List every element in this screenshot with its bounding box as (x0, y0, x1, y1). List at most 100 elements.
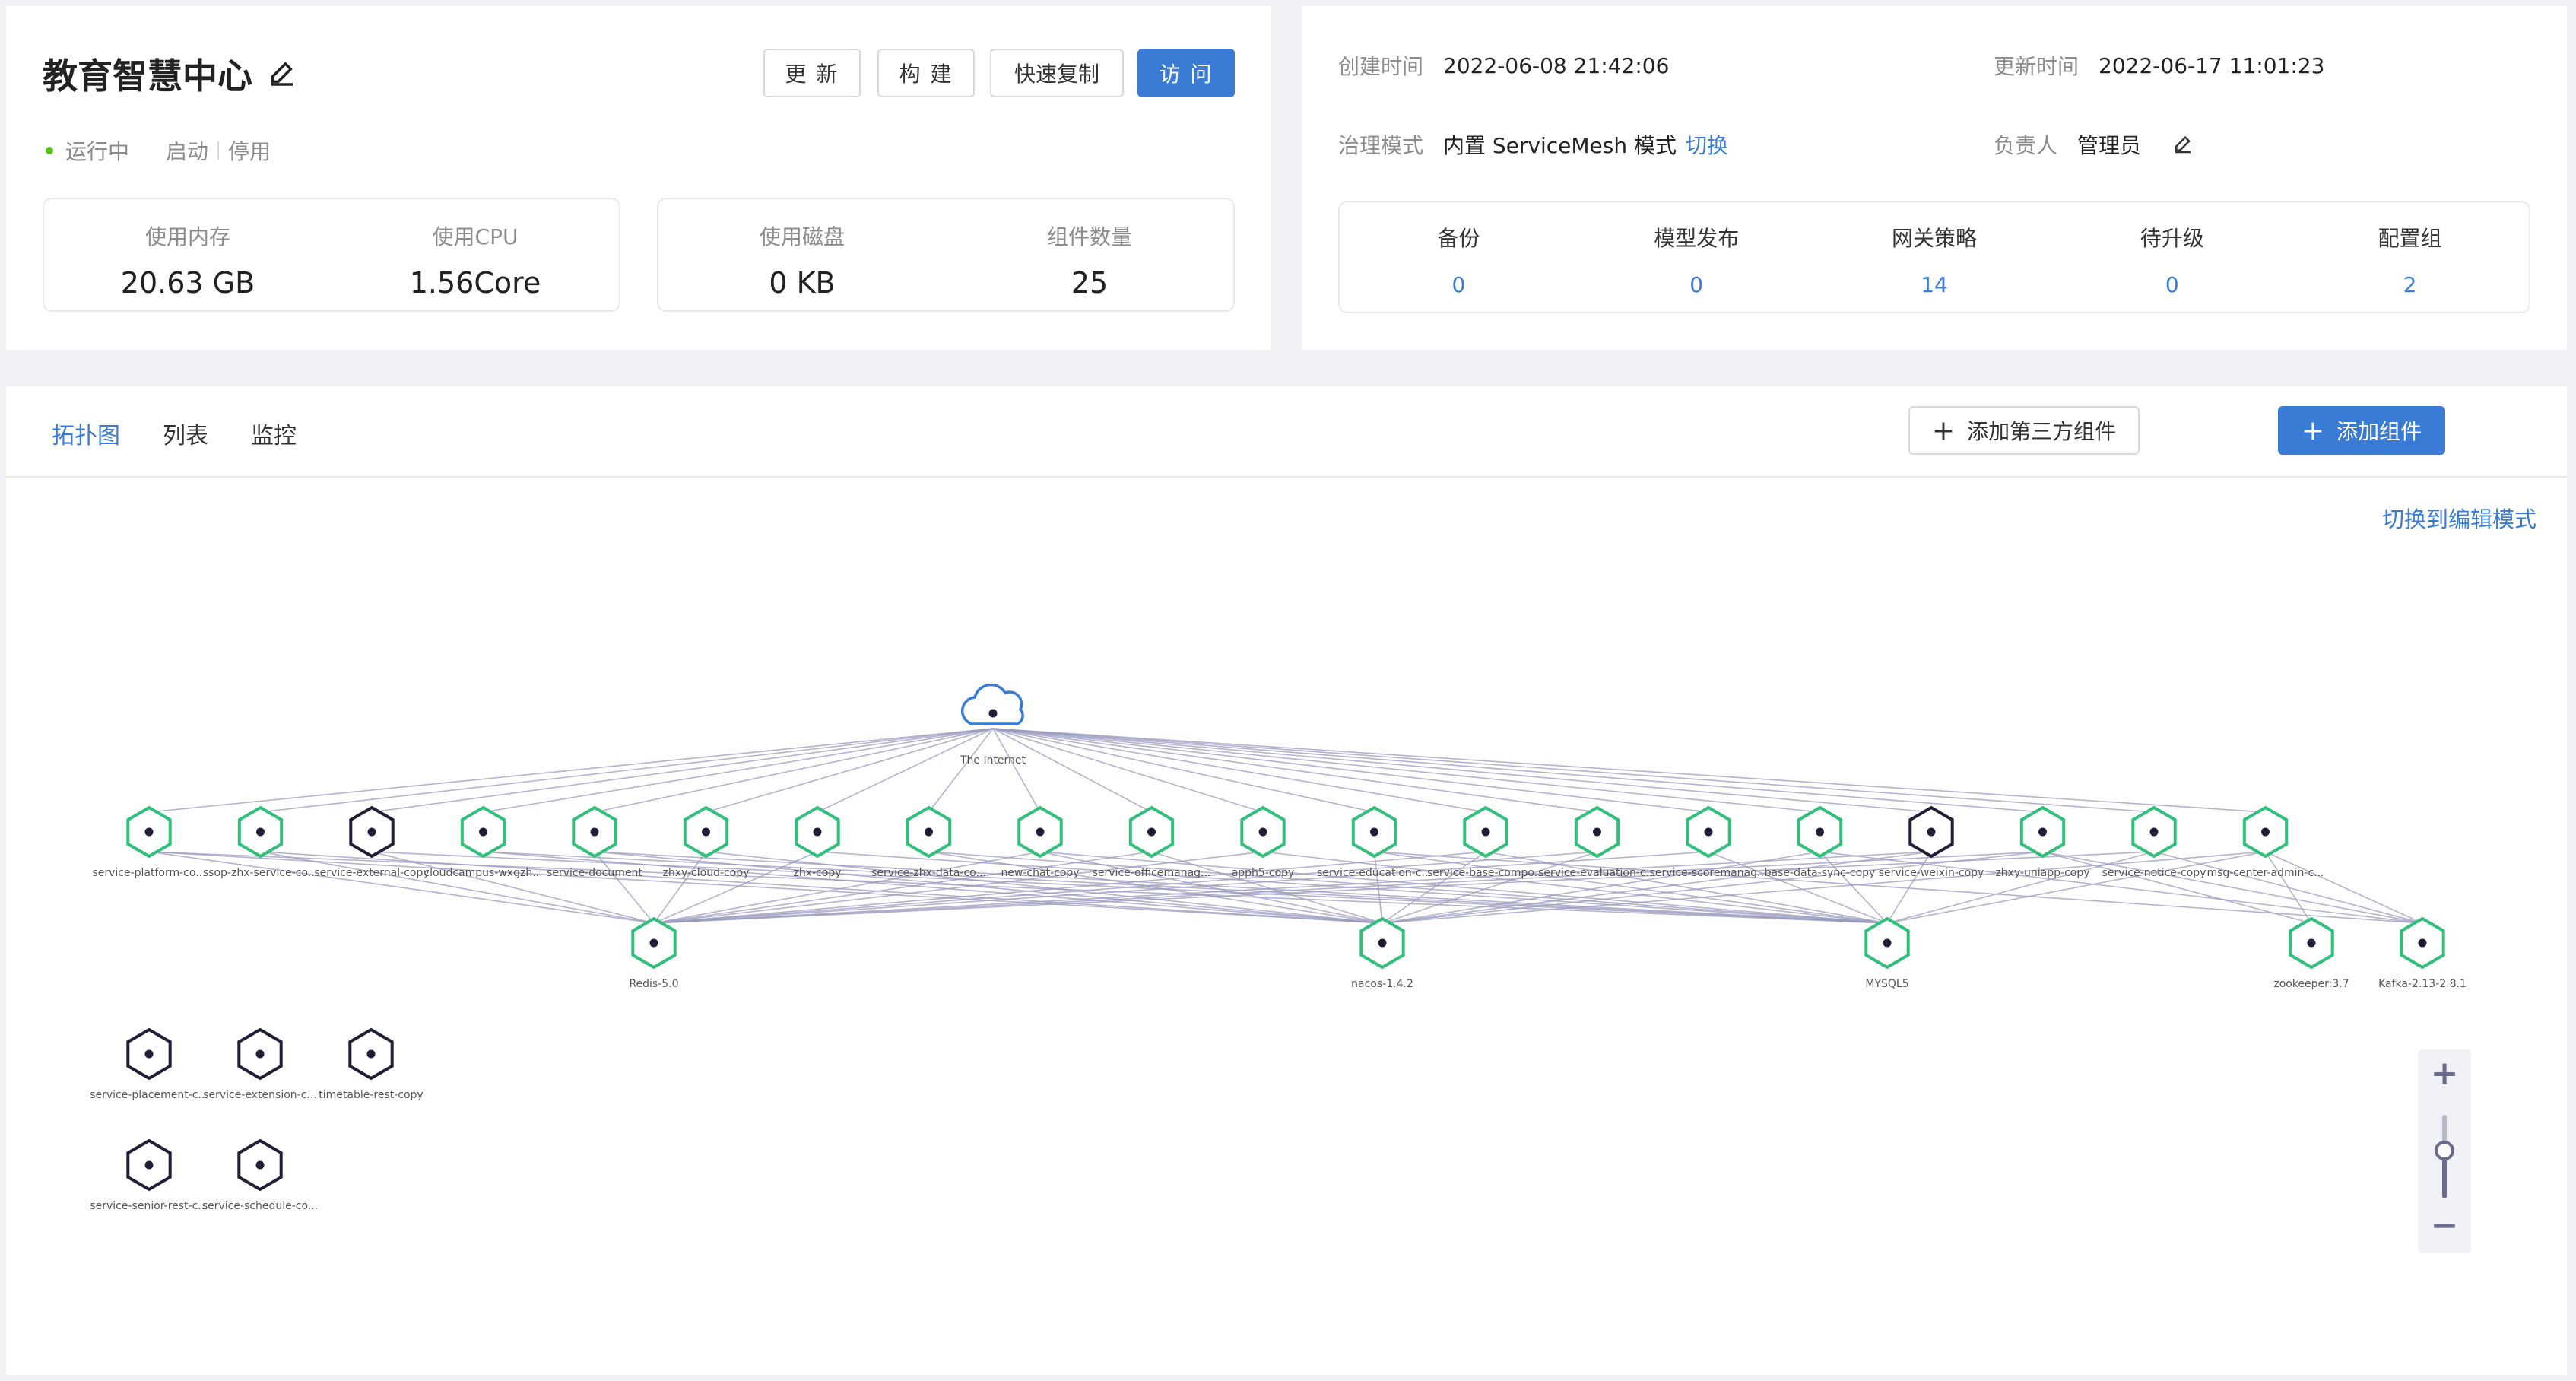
metric-value[interactable]: 2 (2291, 272, 2529, 297)
component-label: service-education-c... (1317, 867, 1432, 879)
edit-icon[interactable] (266, 58, 298, 90)
component-label: base-data-sync-copy (1765, 867, 1876, 879)
storage-stat-box: 使用磁盘 0 KB 组件数量 25 (657, 198, 1235, 312)
cloud-icon (960, 683, 1024, 725)
zoom-in-icon[interactable]: + (2418, 1054, 2471, 1093)
isolated-component-node[interactable]: timetable-rest-copy (319, 1027, 424, 1101)
start-link[interactable]: 启动 (166, 135, 208, 166)
middleware-node[interactable]: Redis-5.0 (629, 916, 679, 990)
component-node[interactable]: service-external-copy (314, 805, 430, 879)
component-label: MYSQL5 (1865, 978, 1908, 990)
zoom-slider-handle[interactable] (2435, 1141, 2454, 1160)
component-label: ssop-zhx-service-co... (203, 867, 318, 879)
metric-backup[interactable]: 备份 0 (1340, 202, 1578, 312)
component-dot (1481, 827, 1490, 837)
component-count-stat: 组件数量 25 (946, 199, 1233, 310)
metric-value[interactable]: 0 (2053, 272, 2291, 297)
component-label: service-senior-rest-c... (90, 1200, 208, 1212)
middleware-node[interactable]: Kafka-2.13-2.8.1 (2378, 916, 2467, 990)
disk-label: 使用磁盘 (759, 224, 845, 249)
topology-graph[interactable]: The Internet service-platform-co...ssop-z… (6, 386, 2567, 1375)
update-button[interactable]: 更 新 (763, 49, 861, 97)
edge-line (992, 728, 2043, 813)
component-node[interactable]: zhxy-cloud-copy (663, 805, 750, 879)
component-dot (366, 1049, 376, 1059)
component-label: cloudcampus-wxgzh... (424, 867, 542, 879)
metric-value[interactable]: 0 (1340, 272, 1578, 297)
isolated-component-node[interactable]: service-placement-c... (90, 1027, 208, 1101)
component-node[interactable]: service-weixin-copy (1879, 805, 1984, 879)
middleware-node[interactable]: MYSQL5 (1864, 916, 1910, 990)
metric-gateway-policy[interactable]: 网关策略 14 (1816, 202, 2054, 312)
component-node[interactable]: service-platform-co... (92, 805, 206, 879)
middleware-node[interactable]: nacos-1.4.2 (1351, 916, 1413, 990)
component-node[interactable]: new-chat-copy (1001, 805, 1080, 879)
isolated-component-node[interactable]: service-extension-c... (203, 1027, 317, 1101)
edge-line (992, 728, 1932, 813)
component-node[interactable]: service-evaluation-c... (1538, 805, 1656, 879)
divider (217, 141, 220, 160)
edge-line (928, 728, 994, 813)
switch-governance-link[interactable]: 切换 (1686, 129, 1728, 160)
metric-label: 配置组 (2378, 226, 2442, 251)
component-node[interactable]: zhx-copy (794, 805, 842, 879)
component-node[interactable]: service-base-compo... (1427, 805, 1544, 879)
edge-line (371, 728, 994, 813)
component-dot (649, 938, 658, 948)
quick-copy-button[interactable]: 快速复制 (990, 49, 1124, 97)
edge-line (148, 851, 1383, 924)
isolated-component-node[interactable]: service-schedule-co... (202, 1138, 318, 1212)
component-node[interactable]: service-scoremanag... (1650, 805, 1768, 879)
edge-line (817, 728, 994, 813)
component-label: service-document (547, 867, 642, 879)
app-overview-card: 教育智慧中心 更 新 构 建 快速复制 访 问 运行中 启动 停用 使用内存 2… (6, 6, 1271, 350)
component-node[interactable]: ssop-zhx-service-co... (203, 805, 318, 879)
component-node[interactable]: apph5-copy (1232, 805, 1295, 879)
build-button[interactable]: 构 建 (877, 49, 975, 97)
component-node[interactable]: service-document (547, 805, 642, 879)
component-label: timetable-rest-copy (319, 1089, 423, 1101)
owner-value: 管理员 (2077, 133, 2142, 158)
component-dot (1378, 938, 1387, 948)
component-node[interactable]: service-officemanag... (1093, 805, 1211, 879)
governance-mode: 治理模式 内置 ServiceMesh 模式 切换 (1338, 129, 1728, 160)
metric-model-publish[interactable]: 模型发布 0 (1578, 202, 1816, 312)
component-dot (2038, 827, 2047, 837)
metric-config-group[interactable]: 配置组 2 (2291, 202, 2529, 312)
memory-label: 使用内存 (144, 224, 230, 249)
component-label: service-placement-c... (90, 1089, 208, 1101)
isolated-component-node[interactable]: service-senior-rest-c... (90, 1138, 208, 1212)
metric-value[interactable]: 14 (1816, 272, 2054, 297)
edge-line (2042, 851, 2312, 924)
component-node[interactable]: msg-center-admin-c... (2206, 805, 2324, 879)
stop-link[interactable]: 停用 (228, 135, 271, 166)
component-label: zookeeper:3.7 (2273, 978, 2349, 990)
component-dot (479, 827, 487, 837)
component-dot (925, 827, 933, 837)
component-node[interactable]: service-zhx-data-co... (871, 805, 986, 879)
edge-line (992, 728, 1820, 813)
zoom-out-icon[interactable]: − (2418, 1206, 2471, 1245)
component-node[interactable]: service-notice-copy (2102, 805, 2206, 879)
component-dot (1927, 827, 1936, 837)
component-label: service-platform-co... (92, 867, 205, 879)
component-label: service-scoremanag... (1650, 867, 1768, 879)
middleware-node[interactable]: zookeeper:3.7 (2273, 916, 2349, 990)
created-value: 2022-06-08 21:42:06 (1443, 52, 1670, 78)
created-time: 创建时间 2022-06-08 21:42:06 (1338, 50, 1669, 81)
component-node[interactable]: cloudcampus-wxgzh... (424, 805, 543, 879)
component-node[interactable]: service-education-c... (1317, 805, 1432, 879)
component-node[interactable]: base-data-sync-copy (1765, 805, 1876, 879)
component-label: zhxy-uniapp-copy (1995, 867, 2089, 879)
metric-label: 网关策略 (1891, 226, 1977, 251)
component-node[interactable]: zhxy-uniapp-copy (1995, 805, 2090, 879)
edge-line (594, 728, 994, 813)
component-dot (702, 827, 710, 837)
metric-pending-upgrade[interactable]: 待升级 0 (2053, 202, 2291, 312)
edit-owner-icon[interactable] (2172, 133, 2194, 156)
updated-label: 更新时间 (1994, 54, 2080, 79)
metric-value[interactable]: 0 (1578, 272, 1816, 297)
internet-node[interactable]: The Internet (960, 683, 1026, 767)
visit-button[interactable]: 访 问 (1137, 49, 1235, 97)
edge-line (483, 728, 994, 813)
